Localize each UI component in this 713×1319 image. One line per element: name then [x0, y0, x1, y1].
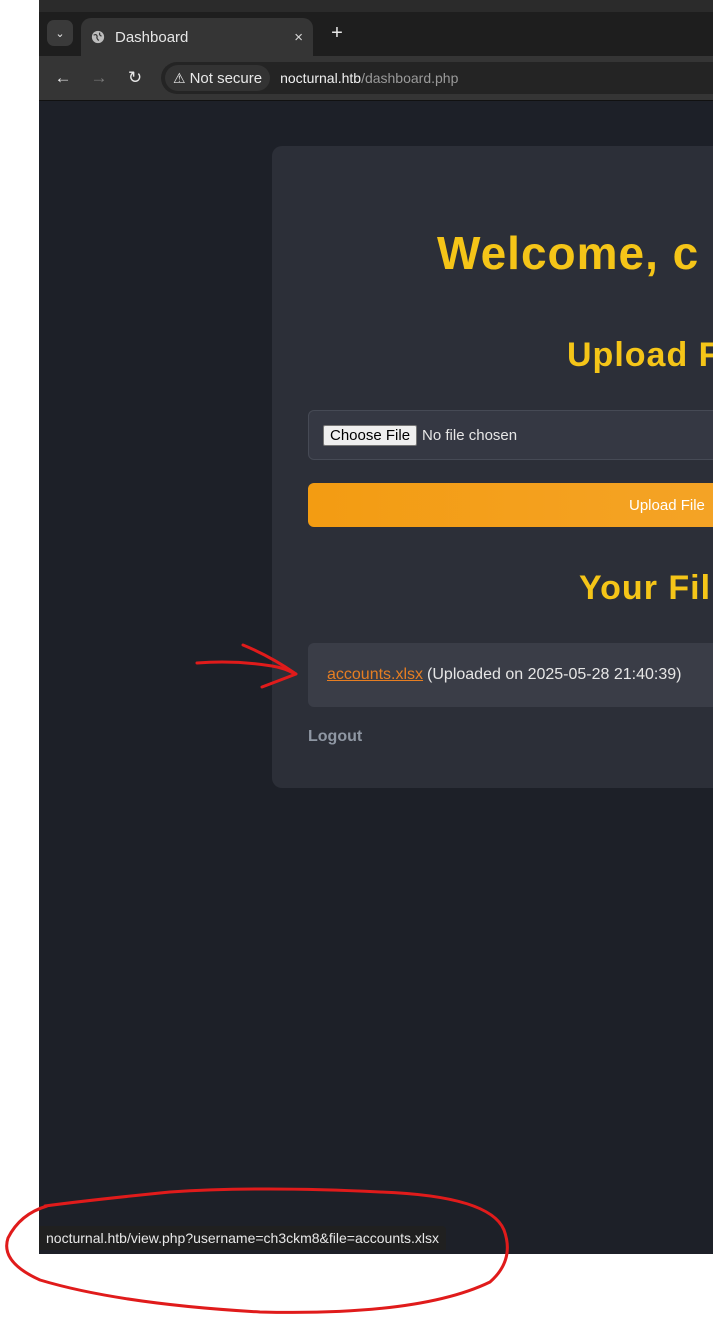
- files-heading: Your Fil: [579, 569, 712, 607]
- globe-icon: [91, 30, 105, 44]
- dashboard-card: Welcome, c Upload F Choose File No file …: [272, 146, 713, 788]
- file-input[interactable]: Choose File No file chosen: [308, 410, 713, 460]
- tab-title: Dashboard: [115, 28, 189, 46]
- security-label: Not secure: [189, 69, 263, 87]
- back-icon[interactable]: ←: [51, 66, 75, 90]
- address-bar[interactable]: ⚠ Not secure nocturnal.htb/dashboard.php: [161, 62, 713, 94]
- url-text: nocturnal.htb/dashboard.php: [280, 70, 458, 86]
- browser-toolbar: ← → ↻ ⚠ Not secure nocturnal.htb/dashboa…: [39, 56, 713, 101]
- warning-icon: ⚠: [173, 69, 186, 86]
- logout-link[interactable]: Logout: [308, 728, 362, 746]
- file-upload-meta: (Uploaded on 2025-05-28 21:40:39): [427, 666, 682, 683]
- reload-icon[interactable]: ↻: [123, 66, 147, 90]
- welcome-heading: Welcome, c: [437, 227, 700, 279]
- no-file-text: No file chosen: [422, 426, 518, 444]
- page-content: Welcome, c Upload F Choose File No file …: [39, 101, 713, 1254]
- choose-file-button[interactable]: Choose File: [323, 424, 418, 446]
- tab-dashboard[interactable]: Dashboard ×: [81, 18, 313, 56]
- tab-search-icon[interactable]: ⌄: [47, 20, 73, 46]
- upload-heading: Upload F: [567, 336, 713, 374]
- file-link[interactable]: accounts.xlsx: [327, 666, 423, 684]
- security-chip[interactable]: ⚠ Not secure: [165, 65, 271, 91]
- forward-icon[interactable]: →: [87, 66, 111, 90]
- close-icon[interactable]: ×: [294, 29, 303, 46]
- browser-window: ⌄ Dashboard × + ← → ↻ ⚠ Not secure noctu…: [39, 0, 713, 1254]
- url-path: /dashboard.php: [361, 70, 459, 86]
- status-bar-url: nocturnal.htb/view.php?username=ch3ckm8&…: [39, 1226, 446, 1250]
- upload-file-button[interactable]: Upload File: [308, 483, 713, 527]
- tab-strip: ⌄ Dashboard × +: [39, 0, 713, 56]
- new-tab-icon[interactable]: +: [324, 20, 350, 46]
- file-list-item: accounts.xlsx (Uploaded on 2025-05-28 21…: [308, 643, 713, 707]
- url-host: nocturnal.htb: [280, 70, 362, 86]
